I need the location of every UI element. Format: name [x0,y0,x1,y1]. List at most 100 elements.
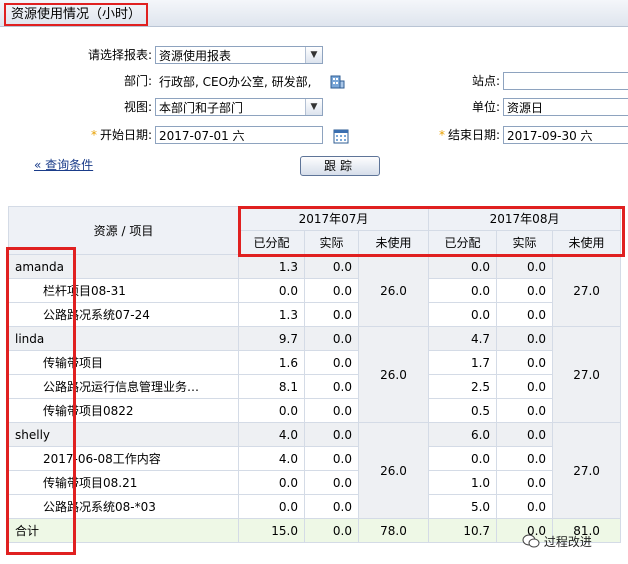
org-picker-icon[interactable] [329,74,345,90]
required-star-icon: * [438,128,445,142]
query-conditions-link[interactable]: « 查询条件 [34,155,93,175]
view-select[interactable]: 本部门和子部门 ▼ [155,98,323,116]
project-value: 0.0 [496,494,554,519]
project-name: 公路路况系统08-*03 [8,494,239,519]
project-value: 0.0 [304,398,359,423]
month-header: 2017年08月 [428,206,622,231]
project-value: 0.0 [304,374,359,399]
project-value: 0.0 [238,494,305,519]
unused-value: 27.0 [552,422,622,519]
required-star-icon: * [90,128,97,142]
project-value: 0.0 [496,278,554,303]
group-value: 0.0 [304,254,359,279]
project-value: 0.0 [496,350,554,375]
unused-value: 26.0 [357,422,430,519]
group-value: 4.7 [428,326,498,351]
chevron-down-icon[interactable]: ▼ [305,47,322,63]
project-value: 0.0 [304,302,359,327]
calendar-icon[interactable] [333,128,349,144]
group-value: 1.3 [238,254,305,279]
group-value: 0.0 [496,422,554,447]
project-value: 0.0 [304,494,359,519]
group-row: linda 9.7 0.0 26.0 4.7 0.0 27.0 [8,326,622,423]
group-row: amanda 1.3 0.0 26.0 0.0 0.0 27.0 [8,254,622,327]
total-value: 10.7 [428,518,498,543]
start-date-input[interactable]: 2017-07-01 六 [155,126,323,144]
group-value: 6.0 [428,422,498,447]
group-row: shelly 4.0 0.0 26.0 6.0 0.0 27.0 [8,422,622,519]
start-date-label: * 开始日期: [90,128,152,142]
actual-header: 实际 [496,230,554,255]
group-value: 0.0 [304,422,359,447]
table-row: 公路路况系统07-24 1.3 0.0 0.0 0.0 [8,302,621,327]
resource-project-header: 资源 / 项目 [8,206,239,255]
table-row: 公路路况运行信息管理业务… 8.1 0.0 2.5 0.0 [8,374,621,399]
chevron-down-icon[interactable]: ▼ [305,99,322,115]
watermark: 过程改进 [522,531,592,553]
table-row: 公路路况系统08-*03 0.0 0.0 5.0 0.0 [8,494,621,519]
site-input[interactable] [503,72,628,90]
report-select[interactable]: 资源使用报表 ▼ [155,46,323,64]
unused-value: 26.0 [357,326,430,423]
allocated-header: 已分配 [238,230,305,255]
group-value: 4.0 [238,422,305,447]
group-value: 9.7 [238,326,305,351]
unused-header: 未使用 [357,230,430,255]
site-label: 站点: [471,74,500,88]
project-value: 0.0 [238,398,305,423]
end-date-input[interactable]: 2017-09-30 六 [503,126,628,144]
unit-select[interactable]: 资源日 [503,98,628,116]
project-value: 4.0 [238,446,305,471]
project-value: 0.0 [496,374,554,399]
project-value: 1.7 [428,350,498,375]
table-row: 传输带项目 1.6 0.0 1.7 0.0 [8,350,621,375]
project-value: 0.0 [304,470,359,495]
project-value: 0.0 [496,446,554,471]
unused-header: 未使用 [552,230,622,255]
project-value: 1.0 [428,470,498,495]
project-name: 传输带项目 [8,350,239,375]
view-label: 视图: [123,100,152,114]
project-value: 0.0 [496,302,554,327]
project-value: 1.3 [238,302,305,327]
unit-label: 单位: [471,100,500,114]
project-name: 传输带项目08.21 [8,470,239,495]
group-value: 0.0 [304,326,359,351]
total-value: 15.0 [238,518,305,543]
end-date-label: * 结束日期: [438,128,500,142]
table-row: 栏杆项目08-31 0.0 0.0 0.0 0.0 [8,278,621,303]
group-value: 0.0 [428,254,498,279]
project-value: 0.0 [304,278,359,303]
unused-value: 27.0 [552,326,622,423]
allocated-header: 已分配 [428,230,498,255]
unused-value: 27.0 [552,254,622,327]
project-value: 0.5 [428,398,498,423]
project-name: 公路路况运行信息管理业务… [8,374,239,399]
project-value: 0.0 [238,470,305,495]
project-value: 0.0 [304,350,359,375]
unused-value: 26.0 [357,254,430,327]
project-value: 2.5 [428,374,498,399]
dept-field[interactable]: 行政部, CEO办公室, 研发部, [155,72,323,90]
project-name: 公路路况系统07-24 [8,302,239,327]
project-value: 0.0 [428,446,498,471]
group-value: 0.0 [496,254,554,279]
project-value: 0.0 [496,470,554,495]
project-value: 0.0 [428,302,498,327]
resource-name: amanda [8,254,239,279]
table-row: 2017-06-08工作内容 4.0 0.0 0.0 0.0 [8,446,621,471]
project-name: 2017-06-08工作内容 [8,446,239,471]
total-value: 78.0 [357,518,430,543]
project-value: 0.0 [428,278,498,303]
total-value: 0.0 [304,518,359,543]
table-row: 传输带项目0822 0.0 0.0 0.5 0.0 [8,398,621,423]
resource-usage-table: 资源 / 项目 2017年07月 2017年08月 已分配 实际 未使用 已分配… [8,206,622,543]
group-value: 0.0 [496,326,554,351]
title-bar: 资源使用情况（小时） [0,0,628,27]
report-label: 请选择报表: [87,48,152,62]
total-label: 合计 [8,518,239,543]
table-row: 传输带项目08.21 0.0 0.0 1.0 0.0 [8,470,621,495]
report-select-value: 资源使用报表 [159,49,232,63]
month-header: 2017年07月 [237,206,430,231]
track-button[interactable]: 跟踪 [300,156,380,176]
